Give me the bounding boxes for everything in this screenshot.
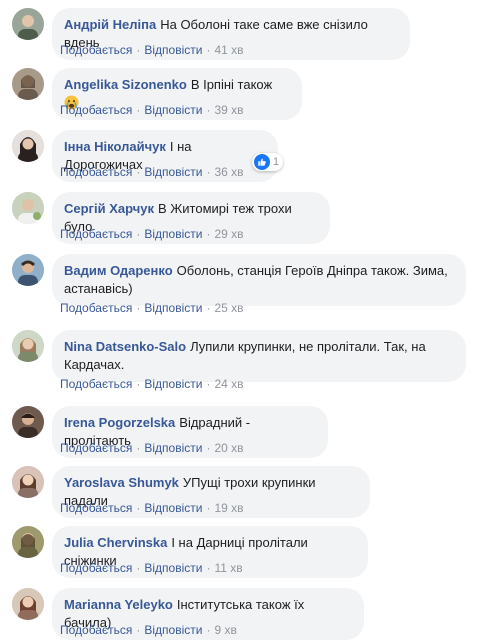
reaction-count[interactable]: 1: [252, 153, 284, 171]
separator-dot: ·: [136, 43, 141, 57]
like-button[interactable]: Подобається: [60, 561, 132, 575]
separator-dot: ·: [136, 227, 141, 241]
comment-timestamp[interactable]: 39 хв: [214, 103, 243, 117]
like-button[interactable]: Подобається: [60, 43, 132, 57]
like-button[interactable]: Подобається: [60, 441, 132, 455]
comments-list: Андрій Неліпа На Оболоні таке саме вже сн…: [0, 0, 500, 644]
avatar[interactable]: [12, 254, 44, 286]
separator-dot: ·: [136, 561, 141, 575]
comment-author[interactable]: Інна Ніколайчук: [64, 139, 166, 154]
comment-author[interactable]: Yaroslava Shumyk: [64, 475, 179, 490]
thumbs-up-icon: [254, 154, 270, 170]
comment-actions: Подобається · Відповісти · 9 хв: [60, 622, 237, 638]
comment-actions: Подобається · Відповісти · 24 хв: [60, 376, 244, 392]
comment-actions: Подобається · Відповісти · 25 хв: [60, 300, 244, 316]
like-button[interactable]: Подобається: [60, 377, 132, 391]
like-button[interactable]: Подобається: [60, 501, 132, 515]
comment-author[interactable]: Nina Datsenko-Salo: [64, 339, 186, 354]
comment-timestamp[interactable]: 36 хв: [214, 165, 243, 179]
separator-dot: ·: [206, 165, 211, 179]
separator-dot: ·: [136, 301, 141, 315]
separator-dot: ·: [206, 623, 211, 637]
comment-author[interactable]: Вадим Одаренко: [64, 263, 173, 278]
comment-author[interactable]: Julia Chervinska: [64, 535, 167, 550]
reply-button[interactable]: Відповісти: [144, 441, 202, 455]
comment-text: В Ірпіні також: [190, 77, 273, 92]
avatar[interactable]: [12, 68, 44, 100]
comment-actions: Подобається · Відповісти · 39 хв: [60, 102, 244, 118]
like-button[interactable]: Подобається: [60, 103, 132, 117]
separator-dot: ·: [206, 227, 211, 241]
avatar[interactable]: [12, 526, 44, 558]
avatar[interactable]: [12, 330, 44, 362]
comment-timestamp[interactable]: 24 хв: [214, 377, 243, 391]
separator-dot: ·: [136, 165, 141, 179]
comment-bubble: Вадим Одаренко Оболонь, станція Героїв Дн…: [52, 254, 466, 306]
avatar[interactable]: [12, 130, 44, 162]
separator-dot: ·: [206, 501, 211, 515]
separator-dot: ·: [136, 623, 141, 637]
comment-actions: Подобається · Відповісти · 11 хв: [60, 560, 243, 576]
comment-author[interactable]: Angelika Sizonenko: [64, 77, 187, 92]
reply-button[interactable]: Відповісти: [144, 561, 202, 575]
avatar[interactable]: [12, 406, 44, 438]
comment-timestamp[interactable]: 41 хв: [214, 43, 243, 57]
comment-actions: Подобається · Відповісти · 19 хв: [60, 500, 244, 516]
reply-button[interactable]: Відповісти: [144, 301, 202, 315]
separator-dot: ·: [206, 561, 211, 575]
avatar[interactable]: [12, 192, 44, 224]
separator-dot: ·: [136, 441, 141, 455]
separator-dot: ·: [206, 43, 211, 57]
comment-timestamp[interactable]: 9 хв: [214, 623, 236, 637]
avatar[interactable]: [12, 466, 44, 498]
comment-timestamp[interactable]: 29 хв: [214, 227, 243, 241]
comment-actions: Подобається · Відповісти · 41 хв: [60, 42, 244, 58]
like-button[interactable]: Подобається: [60, 301, 132, 315]
comment-bubble: Nina Datsenko-Salo Лупили крупинки, не пр…: [52, 330, 466, 382]
separator-dot: ·: [206, 441, 211, 455]
like-button[interactable]: Подобається: [60, 623, 132, 637]
avatar[interactable]: [12, 8, 44, 40]
comment-timestamp[interactable]: 11 хв: [214, 561, 242, 575]
avatar[interactable]: [12, 588, 44, 620]
like-button[interactable]: Подобається: [60, 227, 132, 241]
separator-dot: ·: [136, 377, 141, 391]
reply-button[interactable]: Відповісти: [144, 165, 202, 179]
reply-button[interactable]: Відповісти: [144, 377, 202, 391]
reply-button[interactable]: Відповісти: [144, 227, 202, 241]
reaction-count-value: 1: [273, 156, 280, 168]
reply-button[interactable]: Відповісти: [144, 501, 202, 515]
comment-timestamp[interactable]: 19 хв: [214, 501, 243, 515]
comment-author[interactable]: Marianna Yeleyko: [64, 597, 173, 612]
separator-dot: ·: [136, 103, 141, 117]
separator-dot: ·: [206, 301, 211, 315]
comment-timestamp[interactable]: 20 хв: [214, 441, 243, 455]
reply-button[interactable]: Відповісти: [144, 103, 202, 117]
comment-actions: Подобається · Відповісти · 29 хв: [60, 226, 244, 242]
separator-dot: ·: [136, 501, 141, 515]
separator-dot: ·: [206, 103, 211, 117]
comment-author[interactable]: Irena Pogorzelska: [64, 415, 175, 430]
reply-button[interactable]: Відповісти: [144, 43, 202, 57]
like-button[interactable]: Подобається: [60, 165, 132, 179]
comment-author[interactable]: Сергій Харчук: [64, 201, 154, 216]
comment-timestamp[interactable]: 25 хв: [214, 301, 243, 315]
comment-actions: Подобається · Відповісти · 36 хв: [60, 164, 244, 180]
separator-dot: ·: [206, 377, 211, 391]
reply-button[interactable]: Відповісти: [144, 623, 202, 637]
comment-author[interactable]: Андрій Неліпа: [64, 17, 156, 32]
comment-actions: Подобається · Відповісти · 20 хв: [60, 440, 244, 456]
